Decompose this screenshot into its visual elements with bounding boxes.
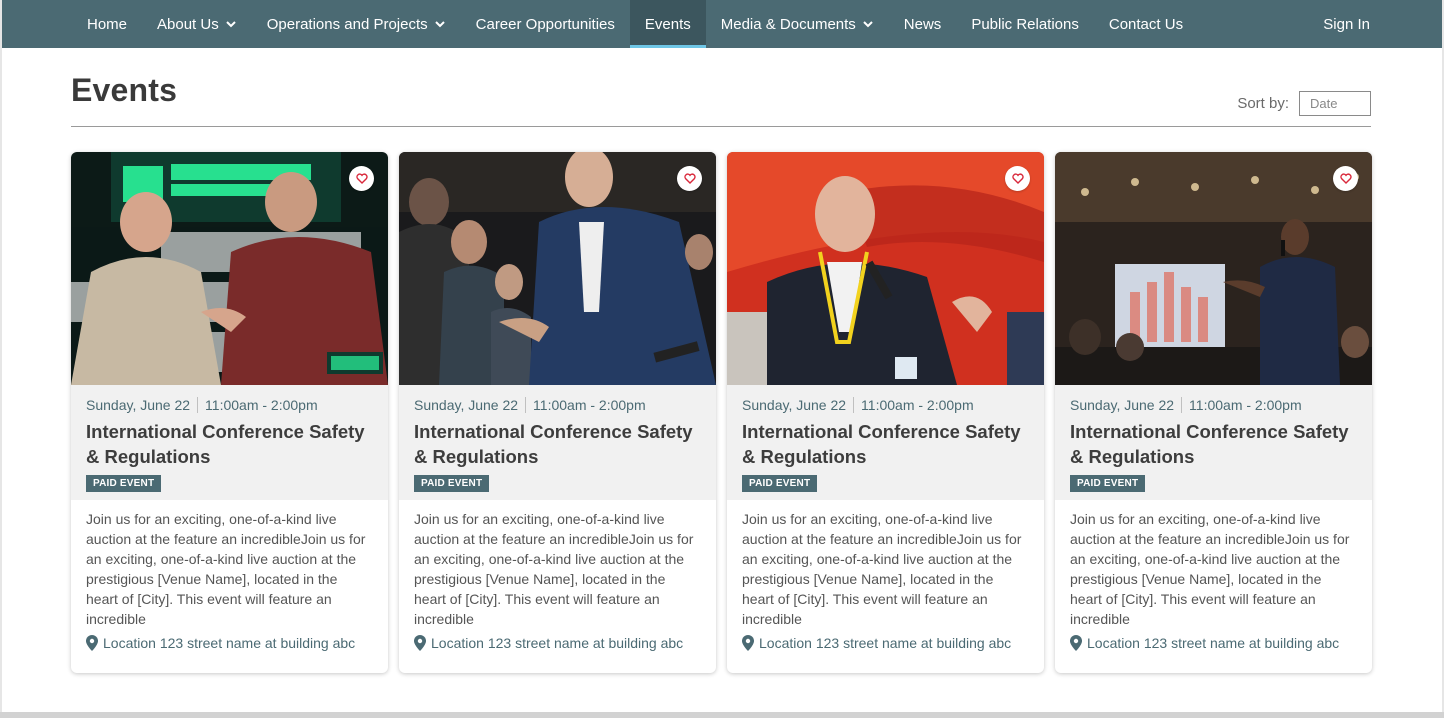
paid-event-badge: PAID EVENT — [414, 475, 490, 492]
nav-item-career-opportunities[interactable]: Career Opportunities — [461, 0, 630, 48]
photo-handshake-mining-expo — [71, 152, 388, 385]
event-image — [1055, 152, 1372, 385]
event-date: Sunday, June 22 — [414, 397, 519, 413]
event-location-text: Location 123 street name at building abc — [1087, 635, 1340, 651]
event-card-header: Sunday, June 22 11:00am - 2:00pm Interna… — [399, 385, 716, 500]
heart-icon — [355, 173, 368, 184]
heart-icon — [1011, 173, 1024, 184]
event-location: Location 123 street name at building abc — [399, 631, 716, 651]
event-title[interactable]: International Conference Safety & Regula… — [414, 419, 701, 469]
event-meta: Sunday, June 22 11:00am - 2:00pm — [1070, 397, 1357, 413]
favorite-button[interactable] — [677, 166, 702, 191]
location-pin-icon — [1070, 635, 1082, 651]
event-card[interactable]: Sunday, June 22 11:00am - 2:00pm Interna… — [1055, 152, 1372, 673]
paid-event-badge: PAID EVENT — [1070, 475, 1146, 492]
event-location-text: Location 123 street name at building abc — [759, 635, 1012, 651]
event-time: 11:00am - 2:00pm — [205, 397, 318, 413]
event-time: 11:00am - 2:00pm — [533, 397, 646, 413]
sort-select[interactable]: Date — [1299, 91, 1371, 116]
event-meta: Sunday, June 22 11:00am - 2:00pm — [86, 397, 373, 413]
favorite-button[interactable] — [1333, 166, 1358, 191]
nav-item-home[interactable]: Home — [72, 0, 142, 48]
nav-item-contact-us[interactable]: Contact Us — [1094, 0, 1198, 48]
page-title: Events — [71, 72, 178, 108]
favorite-button[interactable] — [349, 166, 374, 191]
event-description: Join us for an exciting, one-of-a-kind l… — [742, 511, 1022, 627]
event-date: Sunday, June 22 — [742, 397, 847, 413]
event-card[interactable]: Sunday, June 22 11:00am - 2:00pm Interna… — [727, 152, 1044, 673]
chevron-down-icon — [434, 21, 445, 28]
location-pin-icon — [86, 635, 98, 651]
event-location: Location 123 street name at building abc — [71, 631, 388, 651]
event-time: 11:00am - 2:00pm — [861, 397, 974, 413]
event-meta: Sunday, June 22 11:00am - 2:00pm — [414, 397, 701, 413]
location-pin-icon — [414, 635, 426, 651]
event-card-header: Sunday, June 22 11:00am - 2:00pm Interna… — [71, 385, 388, 500]
event-title[interactable]: International Conference Safety & Regula… — [742, 419, 1029, 469]
heart-icon — [683, 173, 696, 184]
nav-item-label: News — [903, 15, 942, 33]
meta-separator — [525, 397, 527, 413]
event-location-text: Location 123 street name at building abc — [103, 635, 356, 651]
page-bottom-bar — [0, 712, 1444, 718]
paid-event-badge: PAID EVENT — [742, 475, 818, 492]
nav-item-label: Operations and Projects — [266, 15, 428, 33]
event-description: Join us for an exciting, one-of-a-kind l… — [86, 511, 366, 627]
top-nav: Home About Us Operations and Projects Ca… — [2, 0, 1442, 48]
nav-item-label: Contact Us — [1108, 15, 1184, 33]
chevron-down-icon — [226, 21, 236, 28]
event-date: Sunday, June 22 — [1070, 397, 1175, 413]
event-card[interactable]: Sunday, June 22 11:00am - 2:00pm Interna… — [399, 152, 716, 673]
photo-speaker-red-backdrop — [727, 152, 1044, 385]
nav-item-label: Media & Documents — [720, 15, 856, 33]
nav-item-public-relations[interactable]: Public Relations — [956, 0, 1094, 48]
chevron-down-icon — [863, 21, 873, 28]
event-card-header: Sunday, June 22 11:00am - 2:00pm Interna… — [1055, 385, 1372, 500]
sign-in-link[interactable]: Sign In — [1308, 0, 1442, 48]
photo-handshake-crowd — [399, 152, 716, 385]
meta-separator — [197, 397, 199, 413]
nav-item-about-us[interactable]: About Us — [142, 0, 252, 48]
event-meta: Sunday, June 22 11:00am - 2:00pm — [742, 397, 1029, 413]
nav-item-label: Career Opportunities — [475, 15, 615, 33]
nav-item-events[interactable]: Events — [629, 0, 706, 48]
event-date: Sunday, June 22 — [86, 397, 191, 413]
nav-item-label: Home — [87, 15, 128, 33]
event-card-list: Sunday, June 22 11:00am - 2:00pm Interna… — [71, 152, 1372, 673]
event-location: Location 123 street name at building abc — [727, 631, 1044, 651]
event-image — [399, 152, 716, 385]
paid-event-badge: PAID EVENT — [86, 475, 162, 492]
event-location: Location 123 street name at building abc — [1055, 631, 1372, 651]
meta-separator — [1181, 397, 1183, 413]
event-card[interactable]: Sunday, June 22 11:00am - 2:00pm Interna… — [71, 152, 388, 673]
event-description: Join us for an exciting, one-of-a-kind l… — [414, 511, 694, 627]
nav-item-label: Events — [644, 15, 691, 33]
event-description: Join us for an exciting, one-of-a-kind l… — [1070, 511, 1350, 627]
event-location-text: Location 123 street name at building abc — [431, 635, 684, 651]
header-divider — [71, 126, 1371, 127]
nav-item-media-documents[interactable]: Media & Documents — [706, 0, 889, 48]
nav-item-news[interactable]: News — [889, 0, 957, 48]
event-time: 11:00am - 2:00pm — [1189, 397, 1302, 413]
sort-label: Sort by: — [1237, 95, 1289, 112]
event-image — [71, 152, 388, 385]
event-title[interactable]: International Conference Safety & Regula… — [1070, 419, 1357, 469]
event-card-header: Sunday, June 22 11:00am - 2:00pm Interna… — [727, 385, 1044, 500]
nav-item-label: About Us — [157, 15, 219, 33]
favorite-button[interactable] — [1005, 166, 1030, 191]
sign-in-label: Sign In — [1323, 15, 1370, 33]
location-pin-icon — [742, 635, 754, 651]
meta-separator — [853, 397, 855, 413]
nav-items: Home About Us Operations and Projects Ca… — [2, 0, 1198, 48]
nav-item-operations-and-projects[interactable]: Operations and Projects — [252, 0, 461, 48]
sort-control: Sort by: Date — [1237, 91, 1371, 116]
event-title[interactable]: International Conference Safety & Regula… — [86, 419, 373, 469]
photo-speaker-ballroom — [1055, 152, 1372, 385]
event-image — [727, 152, 1044, 385]
heart-icon — [1339, 173, 1352, 184]
nav-item-label: Public Relations — [971, 15, 1079, 33]
